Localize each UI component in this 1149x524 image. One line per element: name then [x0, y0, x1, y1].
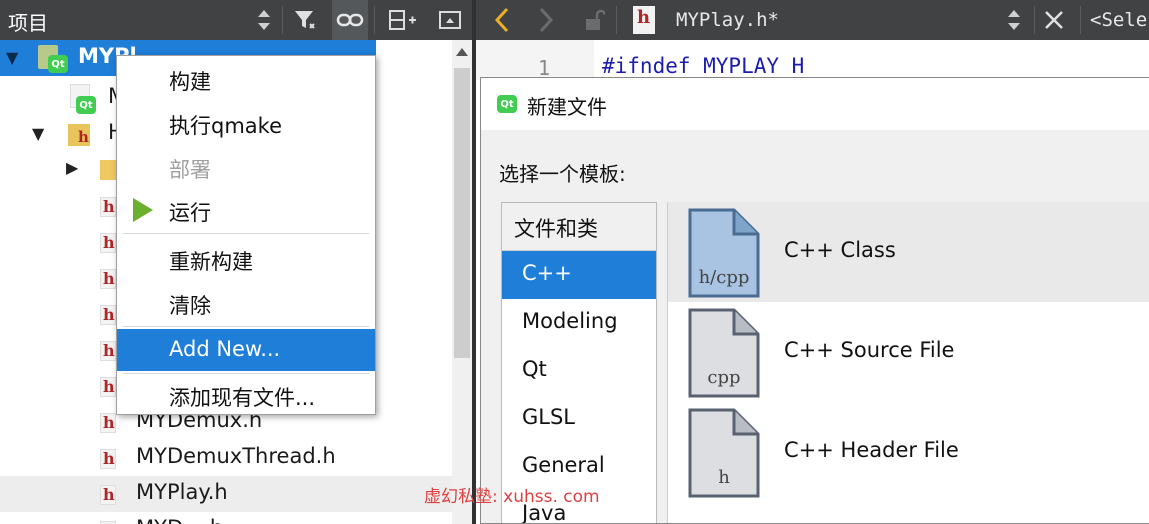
tree-row[interactable]: h MYDemuxThread.h — [0, 440, 472, 476]
template-cpp-class[interactable]: h/cpp C++ Class — [668, 202, 1149, 302]
project-toolbar: 项目 — [0, 0, 472, 40]
category-qt[interactable]: Qt — [502, 347, 656, 395]
header-file-icon: h — [100, 197, 116, 217]
header-file-icon: h — [100, 305, 116, 325]
expand-arrow-icon[interactable]: ▶ — [66, 158, 78, 177]
qt-logo-icon: Qt — [497, 95, 517, 113]
back-icon[interactable] — [484, 0, 520, 40]
template-icon-label: cpp — [707, 367, 741, 388]
template-cpp-source[interactable]: cpp C++ Source File — [668, 302, 1149, 402]
category-cpp[interactable]: C++ — [502, 251, 656, 299]
template-name: C++ Source File — [784, 338, 955, 362]
menu-item-add-new[interactable]: Add New... — [117, 329, 375, 371]
split-add-icon[interactable] — [384, 0, 420, 40]
template-cpp-header[interactable]: h C++ Header File — [668, 402, 1149, 502]
template-name: C++ Header File — [784, 438, 959, 462]
cpp-class-file-icon: h/cpp — [688, 208, 760, 298]
header-file-icon: h — [100, 377, 116, 397]
menu-item-run[interactable]: 运行 — [117, 189, 375, 231]
menu-item-clean[interactable]: 清除 — [117, 282, 375, 324]
editor-toolbar: h MYPlay.h* <Selec — [476, 0, 1149, 40]
symbol-selector[interactable]: <Selec — [1090, 9, 1149, 31]
pro-file-icon: Qt — [70, 84, 96, 114]
header-file-icon: h — [100, 449, 116, 469]
tree-row-label: MYPlay.h — [136, 480, 228, 504]
template-icon-label: h — [718, 467, 730, 488]
scroll-thumb[interactable] — [454, 68, 470, 358]
project-selector[interactable]: 项目 — [8, 7, 48, 36]
menu-item-add-existing[interactable]: 添加现有文件... — [117, 374, 375, 416]
cpp-header-file-icon: h — [688, 408, 760, 498]
dialog-titlebar[interactable]: Qt 新建文件 — [481, 78, 1149, 130]
header-file-icon: h — [100, 269, 116, 289]
filter-icon[interactable] — [288, 0, 324, 40]
run-icon — [133, 198, 153, 222]
dialog-body: 选择一个模板: 文件和类 C++ Modeling Qt GLSL Genera… — [481, 130, 1149, 523]
header-file-icon: h — [100, 233, 116, 253]
menu-separator — [123, 326, 369, 327]
forward-icon[interactable] — [528, 0, 564, 40]
expand-icon[interactable] — [432, 0, 468, 40]
line-gutter: 1 — [476, 40, 594, 80]
close-icon[interactable] — [1036, 0, 1072, 40]
tree-row-label: MYDemuxThread.h — [136, 444, 336, 468]
template-name: C++ Class — [784, 238, 896, 262]
header-file-icon: h — [626, 0, 662, 40]
lock-icon[interactable] — [576, 0, 612, 40]
menu-item-deploy: 部署 — [169, 158, 211, 182]
header-file-icon: h — [100, 341, 116, 361]
qt-project-icon: Qt — [38, 45, 68, 73]
new-file-dialog: Qt 新建文件 选择一个模板: 文件和类 C++ Modeling Qt GLS… — [480, 77, 1149, 524]
qt-creator-window: 项目 h MYPlay.h* <Sele ▼ Qt MYPl Qt ▼ h ▶ … — [0, 0, 1149, 524]
cpp-source-file-icon: cpp — [688, 308, 760, 398]
link-icon[interactable] — [332, 0, 368, 40]
open-file-name[interactable]: MYPlay.h* — [676, 9, 779, 31]
menu-item-run-qmake[interactable]: 执行qmake — [117, 102, 375, 144]
header-file-icon: h — [100, 413, 116, 433]
menu-item-build[interactable]: 构建 — [117, 58, 375, 100]
template-list: h/cpp C++ Class cpp C++ Source File h C+… — [667, 202, 1149, 523]
category-modeling[interactable]: Modeling — [502, 299, 656, 347]
tree-row[interactable]: h MYD....h — [0, 512, 472, 524]
tree-row[interactable]: h MYPlay.h — [0, 476, 452, 512]
file-updown-icon[interactable] — [996, 0, 1032, 40]
category-header: 文件和类 — [502, 203, 656, 251]
header-file-icon: h — [100, 485, 116, 505]
updown-icon[interactable] — [246, 0, 282, 40]
dialog-title: 新建文件 — [527, 95, 607, 119]
collapse-arrow-icon[interactable]: ▼ — [32, 124, 44, 143]
headers-folder-icon: h — [68, 122, 94, 148]
category-glsl[interactable]: GLSL — [502, 395, 656, 443]
scroll-up-icon[interactable] — [456, 48, 468, 56]
watermark: 虚幻私塾: xuhss. com — [424, 487, 600, 507]
tree-row-label: MYD....h — [136, 516, 223, 524]
code-line[interactable]: #ifndef MYPLAY_H — [602, 54, 804, 78]
menu-item-rebuild[interactable]: 重新构建 — [117, 238, 375, 280]
category-list: 文件和类 C++ Modeling Qt GLSL General Java — [501, 202, 657, 523]
menu-separator — [123, 233, 369, 234]
context-menu: 构建 执行qmake 部署 运行 重新构建 清除 Add New... 添加现有… — [116, 55, 376, 415]
template-prompt: 选择一个模板: — [499, 162, 626, 186]
tree-scrollbar[interactable] — [452, 40, 472, 524]
template-icon-label: h/cpp — [698, 267, 750, 288]
collapse-arrow-icon[interactable]: ▼ — [6, 48, 18, 67]
